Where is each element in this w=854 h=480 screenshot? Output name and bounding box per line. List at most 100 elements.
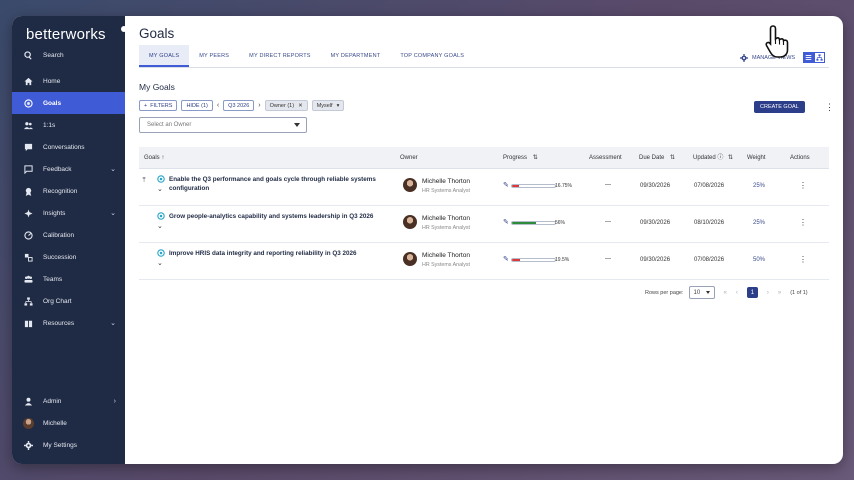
insights-icon xyxy=(24,208,33,218)
sidebar-item-label: Search xyxy=(43,51,64,59)
create-goal-button[interactable]: CREATE GOAL xyxy=(754,101,805,113)
first-page-icon[interactable]: « xyxy=(724,290,727,296)
expand-chevron-icon[interactable]: ⌄ xyxy=(157,185,163,193)
expand-chevron-icon[interactable]: ⌄ xyxy=(157,259,163,267)
close-icon[interactable]: ✕ xyxy=(298,103,303,109)
sidebar-item-succession[interactable]: Succession xyxy=(12,246,125,268)
caret-down-icon xyxy=(705,291,710,294)
list-view-button[interactable] xyxy=(803,52,814,63)
weight-value[interactable]: 25% xyxy=(753,183,765,189)
edit-pencil-icon[interactable]: ✎ xyxy=(503,255,509,263)
due-date: 09/30/2026 xyxy=(640,220,671,226)
goal-tabs: MY GOALS MY PEERS MY DIRECT REPORTS MY D… xyxy=(139,45,474,67)
table-row[interactable]: ⤒ ⌄ Enable the Q3 performance and goals … xyxy=(139,169,829,206)
sidebar-item-label: Conversations xyxy=(43,143,85,151)
column-header-due-date[interactable]: Due Date ⇅ xyxy=(639,147,675,169)
sidebar-item-org-chart[interactable]: Org Chart xyxy=(12,290,125,312)
more-options-icon[interactable]: ⋮ xyxy=(825,102,834,113)
chat-icon xyxy=(24,143,33,152)
table-row[interactable]: ⌄ Improve HRIS data integrity and report… xyxy=(139,243,829,280)
sidebar-item-search[interactable]: Search xyxy=(12,44,125,66)
goal-title[interactable]: Enable the Q3 performance and goals cycl… xyxy=(169,175,384,193)
edit-pencil-icon[interactable]: ✎ xyxy=(503,218,509,226)
assessment-value: — xyxy=(605,182,611,188)
owner-name[interactable]: Michelle Thorton xyxy=(422,178,470,185)
pagination: Rows per page: 10 « ‹ 1 › » (1 of 1) xyxy=(645,286,808,299)
page-number-current[interactable]: 1 xyxy=(746,287,758,298)
brand-logo[interactable]: betterworks xyxy=(26,26,106,43)
sidebar-item-label: Admin xyxy=(43,397,62,405)
due-date: 09/30/2026 xyxy=(640,257,671,263)
sidebar-item-my-settings[interactable]: My Settings xyxy=(12,434,125,456)
chevron-right-icon[interactable]: › xyxy=(258,102,260,109)
goal-title[interactable]: Grow people-analytics capability and sys… xyxy=(169,212,384,221)
column-header-progress[interactable]: Progress ⇅ xyxy=(503,147,538,169)
sort-icon: ⇅ xyxy=(532,155,538,161)
tree-view-button[interactable] xyxy=(814,52,825,63)
hand-pointer-cursor-icon xyxy=(765,25,789,58)
caret-down-icon: ▾ xyxy=(336,102,340,109)
filters-label: FILTERS xyxy=(150,102,173,109)
weight-value[interactable]: 25% xyxy=(753,220,765,226)
owner-filter-chip[interactable]: Owner (1) ✕ xyxy=(264,100,308,111)
sidebar-item-teams[interactable]: Teams xyxy=(12,268,125,290)
sidebar-item-calibration[interactable]: Calibration xyxy=(12,224,125,246)
sidebar-item-feedback[interactable]: Feedback ⌄ xyxy=(12,158,125,180)
column-header-weight: Weight xyxy=(747,155,766,161)
owner-select[interactable]: Select an Owner xyxy=(139,117,307,133)
tab-my-department[interactable]: MY DEPARTMENT xyxy=(321,45,391,67)
owner-role: HR Systems Analyst xyxy=(422,262,470,268)
chevron-down-icon: ⌄ xyxy=(110,210,116,217)
row-actions-icon[interactable]: ⋮ xyxy=(799,181,807,190)
section-title: My Goals xyxy=(139,82,175,92)
weight-value[interactable]: 50% xyxy=(753,257,765,263)
app-window: betterworks Search Home Goals 1:1s Conve… xyxy=(12,16,843,464)
progress-percent: 16.75% xyxy=(555,183,572,189)
owner-chip-label: Owner (1) xyxy=(269,102,295,109)
last-page-icon[interactable]: » xyxy=(778,290,781,296)
sidebar-item-admin[interactable]: Admin › xyxy=(12,390,125,412)
goal-title[interactable]: Improve HRIS data integrity and reportin… xyxy=(169,249,384,258)
tab-top-company-goals[interactable]: TOP COMPANY GOALS xyxy=(390,45,474,67)
tab-my-direct-reports[interactable]: MY DIRECT REPORTS xyxy=(239,45,320,67)
progress-percent: 56% xyxy=(555,220,566,226)
updated-date: 07/08/2026 xyxy=(694,257,725,263)
chevron-left-icon[interactable]: ‹ xyxy=(217,102,219,109)
sidebar-item-conversations[interactable]: Conversations xyxy=(12,136,125,158)
progress-percent: 19.5% xyxy=(555,257,570,263)
sidebar-item-home[interactable]: Home xyxy=(12,70,125,92)
owner-name[interactable]: Michelle Thorton xyxy=(422,252,470,259)
gear-icon xyxy=(740,54,748,62)
sidebar-item-insights[interactable]: Insights ⌄ xyxy=(12,202,125,224)
column-header-updated[interactable]: Updated ⓘ ⇅ xyxy=(693,147,733,169)
filters-button[interactable]: + FILTERS xyxy=(139,100,178,111)
owner-value-dropdown[interactable]: Myself ▾ xyxy=(311,100,345,111)
collapse-icon[interactable]: ⤒ xyxy=(139,177,149,187)
sidebar-item-1on1s[interactable]: 1:1s xyxy=(12,114,125,136)
expand-chevron-icon[interactable]: ⌄ xyxy=(157,222,163,230)
period-selector[interactable]: Q3 2026 xyxy=(223,100,255,111)
list-icon xyxy=(805,55,812,60)
sidebar-item-recognition[interactable]: Recognition xyxy=(12,180,125,202)
tab-my-goals[interactable]: MY GOALS xyxy=(139,45,190,67)
teams-icon xyxy=(24,275,33,284)
table-row[interactable]: ⌄ Grow people-analytics capability and s… xyxy=(139,206,829,243)
edit-pencil-icon[interactable]: ✎ xyxy=(503,181,509,189)
next-page-icon[interactable]: › xyxy=(767,290,769,296)
column-header-goals[interactable]: Goals ↑ xyxy=(144,147,164,169)
rows-per-page-select[interactable]: 10 xyxy=(688,286,715,299)
rows-per-page-value: 10 xyxy=(693,289,701,296)
goal-status-icon xyxy=(157,212,165,220)
row-actions-icon[interactable]: ⋮ xyxy=(799,218,807,227)
prev-page-icon[interactable]: ‹ xyxy=(736,290,738,296)
sidebar-item-goals[interactable]: Goals xyxy=(12,92,125,114)
tab-my-peers[interactable]: MY PEERS xyxy=(189,45,239,67)
hide-button[interactable]: HIDE (1) xyxy=(181,100,213,111)
owner-name[interactable]: Michelle Thorton xyxy=(422,215,470,222)
info-icon: ⓘ xyxy=(717,155,724,161)
home-icon xyxy=(24,77,33,86)
sidebar-item-profile[interactable]: Michelle xyxy=(12,412,125,434)
sidebar-item-resources[interactable]: Resources ⌄ xyxy=(12,312,125,334)
calibration-icon xyxy=(24,230,33,240)
row-actions-icon[interactable]: ⋮ xyxy=(799,255,807,264)
